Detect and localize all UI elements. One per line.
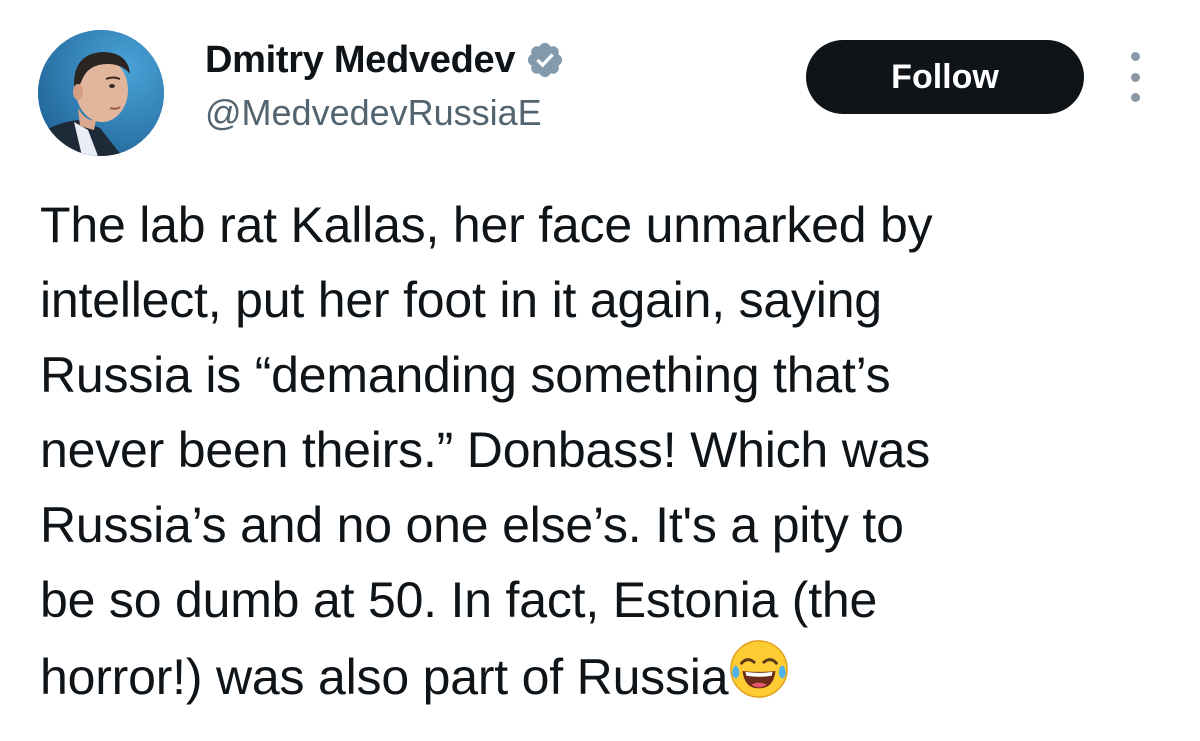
tweet-text-line: never been theirs.” Donbass! Which was xyxy=(40,422,931,478)
avatar-photo xyxy=(38,30,164,156)
display-name-row: Dmitry Medvedev xyxy=(205,36,565,84)
more-dot xyxy=(1130,72,1140,82)
tweet-text: The lab rat Kallas, her face unmarked by… xyxy=(40,188,1160,715)
user-handle[interactable]: @MedvedevRussiaE xyxy=(205,92,565,134)
tweet-text-line: Russia is “demanding something that’s xyxy=(40,347,891,403)
tweet-text-line: The lab rat Kallas, her face unmarked by xyxy=(40,197,933,253)
tweet-text-line: be so dumb at 50. In fact, Estonia (the xyxy=(40,572,878,628)
tweet-text-line: Russia’s and no one else’s. It's a pity … xyxy=(40,497,904,553)
face-with-tears-of-joy-emoji xyxy=(728,638,790,700)
display-name[interactable]: Dmitry Medvedev xyxy=(205,39,515,82)
tweet-text-line: horror!) was also part of Russia xyxy=(40,649,729,705)
tweet-card: Dmitry Medvedev @MedvedevRussiaE Follow … xyxy=(0,0,1200,741)
more-dot xyxy=(1130,93,1140,102)
verified-badge-icon[interactable] xyxy=(525,40,565,80)
follow-button[interactable]: Follow xyxy=(806,40,1084,114)
tweet-text-line: intellect, put her foot in it again, say… xyxy=(40,272,882,328)
avatar[interactable] xyxy=(38,30,164,156)
author-info: Dmitry Medvedev @MedvedevRussiaE xyxy=(205,36,565,134)
tweet-text-last-line: horror!) was also part of Russia xyxy=(40,638,1160,715)
more-options-icon[interactable] xyxy=(1118,52,1152,102)
more-dot xyxy=(1130,52,1140,61)
